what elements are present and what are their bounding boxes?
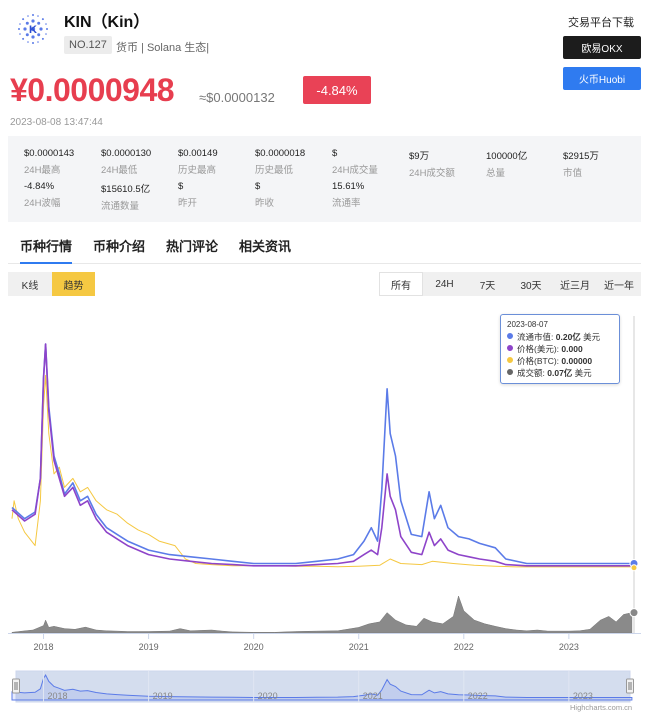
tooltip-row-volume: 成交额: 0.07亿 美元	[507, 367, 613, 379]
coin-tags: 货币 | Solana 生态|	[116, 42, 210, 54]
volume-area	[11, 595, 633, 634]
navigator-label: 2021	[363, 691, 383, 701]
time-range-selector: 所有 24H 7天 30天 近三月 近一年	[379, 272, 641, 296]
navigator-label: 2022	[468, 691, 488, 701]
navigator-label: 2018	[48, 691, 68, 701]
tooltip-date: 2023-08-07	[507, 320, 548, 329]
range-30d-button[interactable]: 30天	[509, 272, 553, 296]
navigator-handle-right[interactable]	[626, 678, 634, 694]
x-tick-label: 2021	[349, 642, 369, 652]
range-all-button[interactable]: 所有	[379, 272, 423, 296]
series-dot-icon	[507, 333, 513, 339]
stat-24h-low: $0.0000130 24H最低	[101, 148, 152, 176]
tooltip-row-market-cap: 流通市值: 0.20亿 美元	[507, 331, 613, 343]
tab-comments[interactable]: 热门评论	[166, 236, 218, 255]
change-badge: -4.84%	[303, 76, 371, 104]
tab-intro[interactable]: 币种介绍	[93, 236, 145, 255]
x-axis: 2018 2019 2020 2021 2022 2023	[8, 633, 641, 652]
stat-24h-turnover: $9万 24H成交额	[409, 151, 455, 179]
stat-market-cap: $2915万 市值	[563, 151, 599, 179]
price-cny: ¥0.0000948	[10, 72, 175, 108]
series-dot-icon	[507, 369, 513, 375]
tab-market[interactable]: 币种行情	[20, 236, 73, 264]
price-usd: ≈$0.0000132	[199, 90, 275, 105]
volume-marker	[629, 608, 639, 618]
navigator-label: 2020	[258, 691, 278, 701]
navigator-label: 2019	[153, 691, 173, 701]
stat-24h-range: -4.84% 24H波幅	[24, 181, 61, 209]
x-tick-label: 2018	[34, 642, 54, 652]
x-tick-label: 2023	[559, 642, 579, 652]
trend-mode-button[interactable]: 趋势	[52, 272, 95, 296]
rank-badge: NO.127	[64, 36, 112, 54]
series-line-price_btc	[11, 374, 632, 568]
x-tick-label: 2022	[454, 642, 474, 652]
stat-all-time-high: $0.00149 历史最高	[178, 148, 218, 176]
navigator-label: 2023	[573, 691, 593, 701]
range-1y-button[interactable]: 近一年	[597, 272, 641, 296]
tooltip-row-price-btc: 价格(BTC): 0.00000	[507, 355, 613, 367]
stat-yesterday-close: $ 昨收	[255, 181, 275, 209]
svg-text:K: K	[29, 24, 37, 36]
tooltip-row-price-usd: 价格(美元): 0.000	[507, 343, 613, 355]
tab-news[interactable]: 相关资讯	[239, 236, 291, 255]
content-tabs: 币种行情 币种介绍 热门评论 相关资讯	[8, 236, 641, 264]
volume-area-path	[11, 595, 633, 634]
chart-credits[interactable]: Highcharts.com.cn	[570, 703, 632, 712]
range-24h-button[interactable]: 24H	[423, 272, 466, 296]
chart-tooltip: 2023-08-07 流通市值: 0.20亿 美元 价格(美元): 0.000 …	[500, 314, 620, 384]
series-dot-icon	[507, 357, 513, 363]
stat-24h-volume: $24H成交量	[332, 148, 378, 176]
stat-yesterday-open: $ 昨开	[178, 181, 198, 209]
stat-total-supply: 100000亿 总量	[486, 151, 528, 179]
crosshair	[629, 316, 639, 633]
range-7d-button[interactable]: 7天	[466, 272, 509, 296]
download-title: 交易平台下载	[568, 17, 634, 29]
x-tick-label: 2020	[244, 642, 264, 652]
okx-download-button[interactable]: 欧易OKX	[563, 36, 641, 59]
kline-mode-button[interactable]: K线	[8, 272, 52, 296]
price-timestamp: 2023-08-08 13:47:44	[10, 117, 103, 128]
stat-all-time-low: $0.0000018 历史最低	[255, 148, 306, 176]
range-3m-button[interactable]: 近三月	[553, 272, 597, 296]
price-btc-marker	[630, 564, 638, 572]
chart-mode-toggle: K线 趋势	[8, 272, 95, 296]
stats-panel: $0.0000143 24H最高 $0.0000130 24H最低 $0.00149…	[8, 136, 641, 222]
huobi-download-button[interactable]: 火币Huobi	[563, 67, 641, 90]
x-tick-label: 2019	[139, 642, 159, 652]
stat-circulating-supply: $15610.5亿 流通数量	[101, 184, 151, 212]
navigator-handle-left[interactable]	[12, 678, 20, 694]
stat-24h-high: $0.0000143 24H最高	[24, 148, 75, 176]
navigator[interactable]: 2018 2019 2020 2021 2022 2023	[11, 670, 634, 703]
coin-name: KIN（Kin）	[64, 14, 150, 31]
series-dot-icon	[507, 345, 513, 351]
stat-circulation-rate: 15.61% 流通率	[332, 181, 365, 209]
kin-logo: K	[14, 10, 52, 48]
